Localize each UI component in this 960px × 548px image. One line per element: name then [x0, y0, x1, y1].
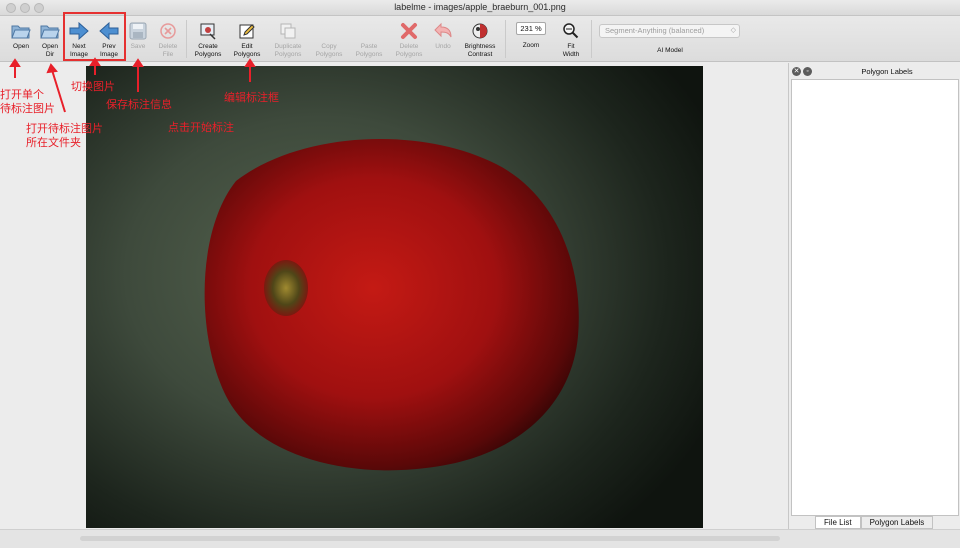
paste-icon [358, 20, 380, 42]
dock-tabs: File List Polygon Labels [815, 516, 934, 529]
zoom-input[interactable]: 231 % [516, 22, 546, 35]
toolbar-separator [591, 20, 592, 58]
zoom-control: 231 % Zoom [512, 16, 550, 62]
annotation-save-info: 保存标注信息 [106, 98, 172, 111]
copy-icon [318, 20, 340, 42]
image-canvas[interactable] [86, 66, 703, 528]
folder-open-icon [10, 20, 32, 42]
toolbar: Open Open Dir Next Image Prev Image Save [0, 16, 960, 62]
save-button[interactable]: Save [125, 16, 151, 62]
delete-x-icon [398, 20, 420, 42]
canvas-area[interactable] [0, 63, 786, 529]
window-title: labelme - images/apple_braeburn_001.png [394, 2, 566, 12]
floppy-disk-icon [127, 20, 149, 42]
apple-image [204, 138, 579, 471]
delete-file-button[interactable]: Delete File [155, 16, 181, 62]
title-bar: labelme - images/apple_braeburn_001.png [0, 0, 960, 16]
color-palette-icon [469, 20, 491, 42]
duplicate-polygons-button[interactable]: Duplicate Polygons [270, 16, 306, 62]
edit-polygons-button[interactable]: Edit Polygons [231, 16, 263, 62]
copy-polygons-button[interactable]: Copy Polygons [313, 16, 345, 62]
paste-polygons-button[interactable]: Paste Polygons [353, 16, 385, 62]
folder-open-icon [39, 20, 61, 42]
chevron-updown-icon: ◇ [730, 27, 736, 34]
create-polygon-icon [197, 20, 219, 42]
tab-polygon-labels[interactable]: Polygon Labels [860, 516, 934, 529]
annotation-edit-box: 编辑标注框 [224, 91, 279, 104]
dock-title: Polygon Labels [861, 67, 913, 76]
open-button[interactable]: Open [7, 16, 35, 62]
polygon-labels-dock: ✕ ◦ Polygon Labels File List Polygon Lab… [788, 63, 960, 529]
highlight-box [63, 12, 126, 61]
undo-button[interactable]: Undo [430, 16, 456, 62]
ai-model-select[interactable]: Segment-Anything (balanced) ◇ [599, 24, 740, 38]
annotation-switch-image: 切换图片 [71, 80, 115, 93]
duplicate-icon [277, 20, 299, 42]
toolbar-separator [505, 20, 506, 58]
undo-arrow-icon [432, 20, 454, 42]
annotation-open-dir: 打开待标注图片 所在文件夹 [26, 122, 103, 149]
delete-circle-icon [157, 20, 179, 42]
labelme-window: labelme - images/apple_braeburn_001.png … [0, 0, 960, 548]
dock-float-icon[interactable]: ◦ [803, 67, 812, 76]
create-polygons-button[interactable]: Create Polygons [192, 16, 224, 62]
pencil-edit-icon [236, 20, 258, 42]
dock-header: ✕ ◦ Polygon Labels [789, 65, 960, 78]
annotation-open-single: 打开单个 待标注图片 [0, 88, 55, 115]
dock-close-icon[interactable]: ✕ [792, 67, 801, 76]
brightness-contrast-button[interactable]: Brightness Contrast [460, 16, 500, 62]
horizontal-scrollbar[interactable] [80, 536, 780, 541]
open-dir-button[interactable]: Open Dir [36, 16, 64, 62]
delete-polygons-button[interactable]: Delete Polygons [393, 16, 425, 62]
annotation-click-start: 点击开始标注 [168, 121, 234, 134]
status-bar [0, 529, 960, 548]
ai-model-label: AI Model [657, 47, 683, 54]
fit-width-button[interactable]: Fit Width [556, 16, 586, 62]
magnifier-icon [560, 20, 582, 42]
dock-list[interactable] [791, 79, 959, 516]
toolbar-separator [186, 20, 187, 58]
tab-file-list[interactable]: File List [815, 516, 861, 529]
